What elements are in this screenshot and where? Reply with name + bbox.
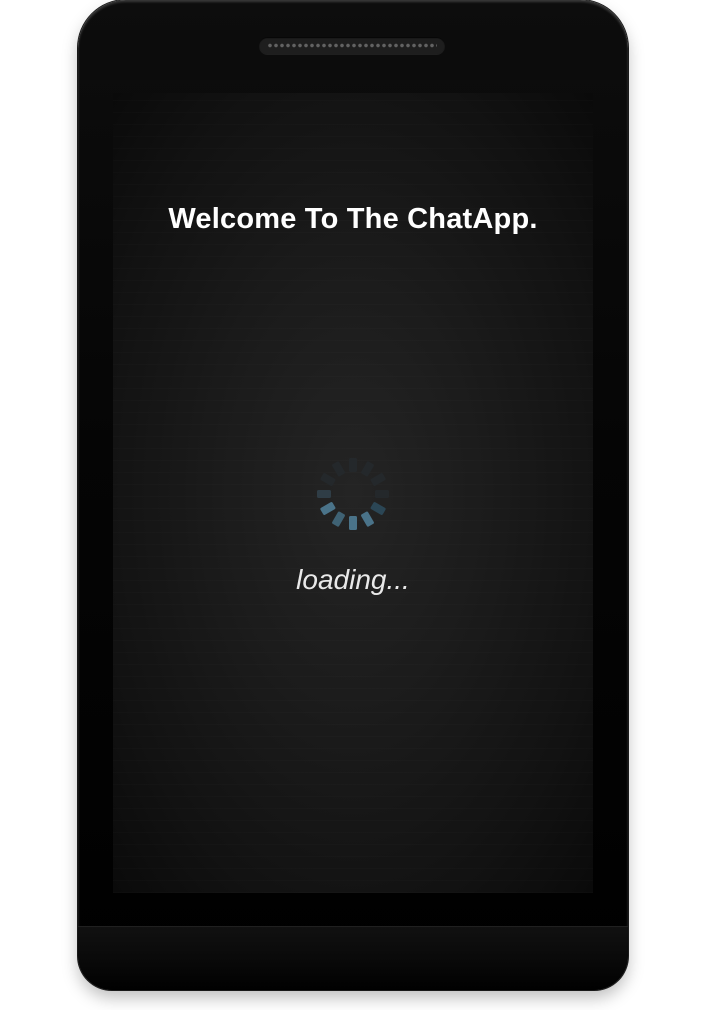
phone-frame: Welcome To The ChatApp. loading... (78, 0, 628, 990)
spinner-segment-11 (320, 473, 336, 486)
speaker-grille (267, 42, 437, 49)
app-screen: Welcome To The ChatApp. loading... (113, 93, 593, 893)
spinner-segment-8 (332, 511, 345, 527)
spinner-segment-7 (349, 516, 357, 530)
welcome-title: Welcome To The ChatApp. (168, 203, 538, 235)
spinner-segment-3 (370, 473, 386, 486)
earpiece-speaker (259, 37, 445, 54)
spinner-segment-10 (317, 490, 331, 498)
spinner-segment-12 (332, 461, 345, 477)
loading-spinner-icon (315, 456, 391, 532)
spinner-segment-4 (375, 490, 389, 498)
spinner-segment-6 (361, 511, 374, 527)
spinner-segment-2 (361, 461, 374, 477)
loading-text: loading... (296, 564, 410, 595)
spinner-segment-1 (349, 458, 357, 472)
phone-bottom-bezel (78, 926, 628, 990)
spinner-segment-9 (320, 502, 336, 515)
spinner-segment-5 (370, 502, 386, 515)
spinner-svg (317, 458, 389, 530)
